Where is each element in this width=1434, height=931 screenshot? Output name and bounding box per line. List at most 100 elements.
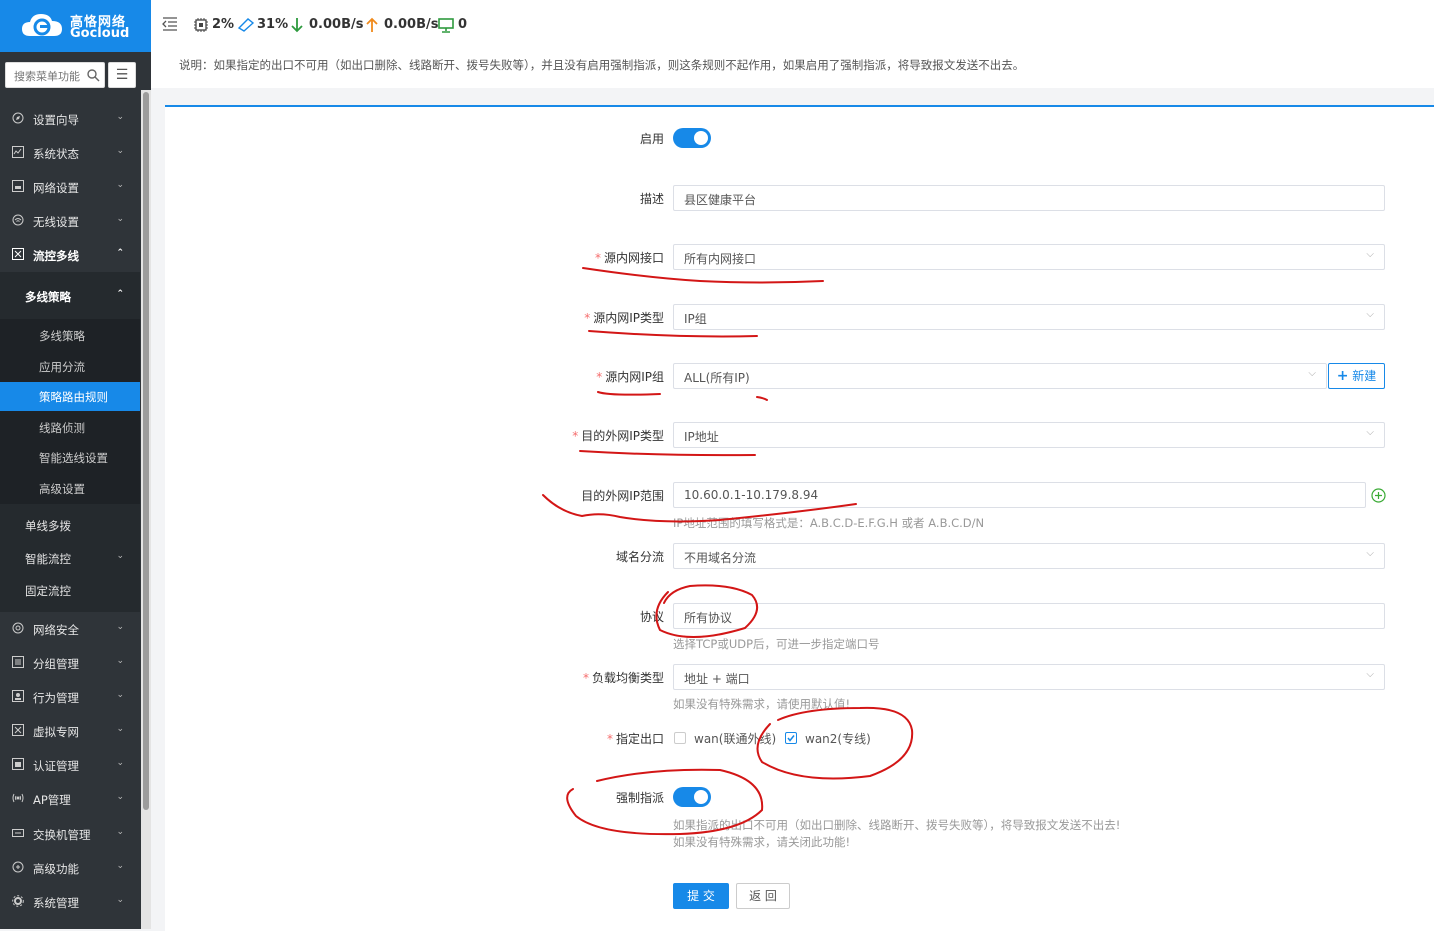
nav-label: 行为管理 [33,691,79,705]
force-assign-toggle[interactable] [673,787,711,807]
download-speed: 0.00B/s [309,17,364,32]
domain-split-label: 域名分流 [615,550,664,564]
nav-setup-wizard[interactable]: 设置向导 ⌄ [0,112,140,127]
source-interface-select[interactable]: 所有内网接口 ⌵ [673,244,1385,270]
nav-app-routing[interactable]: 应用分流 [0,359,140,374]
nav-behavior-management[interactable]: 行为管理 ⌄ [0,690,140,705]
menu-list-button[interactable]: ☰ [108,62,136,88]
new-ip-group-button[interactable]: + 新建 [1328,363,1385,389]
chevron-down-icon: ⌵ [1366,669,1374,680]
nav-advanced-settings[interactable]: 高级设置 [0,481,140,496]
submit-button[interactable]: 提 交 [673,883,729,909]
nav-system-management[interactable]: 系统管理 ⌄ [0,895,140,910]
nav-smart-line-settings[interactable]: 智能选线设置 [0,450,140,465]
description-value: 县区健康平台 [684,193,757,207]
nav-network-settings[interactable]: 网络设置 ⌄ [0,180,140,195]
chevron-down-icon: ⌄ [116,622,124,632]
nav-label: 认证管理 [33,759,79,773]
nav-label: 分组管理 [33,657,79,671]
dest-ip-range-input[interactable]: 10.60.0.1-10.179.8.94 [673,482,1366,508]
chevron-down-icon: ⌄ [116,792,124,802]
menu-search[interactable] [5,62,105,88]
chevron-up-icon: ⌃ [116,248,124,258]
load-balance-value: 地址 + 端口 [684,672,750,686]
nav-label: 固定流控 [25,584,71,598]
dest-ip-type-select[interactable]: IP地址 ⌵ [673,422,1385,448]
protocol-hint: 选择TCP或UDP后，可进一步指定端口号 [673,637,880,651]
back-button[interactable]: 返 回 [736,883,790,909]
nav-label: 应用分流 [39,360,85,374]
security-icon [12,622,24,634]
nav-single-line-multidial[interactable]: 单线多拨 [0,518,140,533]
description-input[interactable]: 县区健康平台 [673,185,1385,211]
nav-multiline-policy-group[interactable]: 多线策略 ⌃ [0,289,140,304]
nav-ap-management[interactable]: AP管理 ⌄ [0,792,140,807]
exit-wan-checkbox[interactable] [674,732,686,744]
search-icon[interactable] [86,68,100,82]
nav-switch-management[interactable]: 交换机管理 ⌄ [0,827,140,842]
nav-label: 高级功能 [33,862,79,876]
add-circle-icon[interactable] [1371,488,1386,503]
chevron-down-icon: ⌄ [116,146,124,156]
enable-label: 启用 [639,132,664,146]
vpn-icon [12,724,24,736]
nav-flow-multiline[interactable]: 流控多线 ⌃ [0,248,140,263]
collapse-menu-icon[interactable] [162,17,178,31]
exit-wan2-checkbox[interactable] [785,732,797,744]
flow-icon [12,248,24,260]
domain-split-select[interactable]: 不用域名分流 ⌵ [673,543,1385,569]
nav-label: 虚拟专网 [33,725,79,739]
nav-label: 网络设置 [33,181,79,195]
nav-wireless-settings[interactable]: 无线设置 ⌄ [0,214,140,229]
menu-search-input[interactable] [12,64,90,88]
dest-ip-type-label: * 目的外网IP类型 [572,429,664,443]
load-balance-label: * 负载均衡类型 [582,671,664,685]
source-ip-type-select[interactable]: IP组 ⌵ [673,304,1385,330]
nav-line-detection[interactable]: 线路侦测 [0,420,140,435]
sidebar-scroll-thumb[interactable] [143,92,149,810]
nav-label: 交换机管理 [33,828,91,842]
nav-smart-flow-control[interactable]: 智能流控 ⌄ [0,551,140,566]
nav-label: 多线策略 [25,290,71,304]
chevron-up-icon: ⌃ [116,289,124,299]
nav-auth-management[interactable]: 认证管理 ⌄ [0,758,140,773]
force-assign-label: 强制指派 [615,791,664,805]
source-ip-type-label: * 源内网IP类型 [584,311,664,325]
brand-logo: 高恪网络 Gocloud [0,0,151,52]
compass-icon [12,112,24,124]
nav-label: 策略路由规则 [39,390,108,404]
source-ip-group-select[interactable]: ALL(所有IP) ⌵ [673,363,1327,389]
chevron-down-icon: ⌵ [1366,427,1374,438]
nav-fixed-flow-control[interactable]: 固定流控 [0,583,140,598]
nav-policy-route-rules[interactable]: 策略路由规则 [0,389,140,404]
load-balance-select[interactable]: 地址 + 端口 ⌵ [673,664,1385,690]
chevron-down-icon: ⌵ [1366,249,1374,260]
description-label: 描述 [639,192,664,206]
group-icon [12,656,24,668]
nav-label: 流控多线 [33,249,79,263]
nav-label: 无线设置 [33,215,79,229]
cpu-usage: 2% [212,17,235,32]
chevron-down-icon: ⌄ [116,895,124,905]
cpu-icon [194,18,208,32]
nav-group-management[interactable]: 分组管理 ⌄ [0,656,140,671]
chevron-down-icon: ⌄ [116,551,124,561]
nav-label: AP管理 [33,793,71,807]
domain-split-value: 不用域名分流 [684,551,757,565]
protocol-select[interactable]: 所有协议 [673,603,1385,629]
force-assign-hint-1: 如果指派的出口不可用（如出口删除、线路断开、拨号失败等），将导致报文发送不出去! [673,818,1121,832]
nav-vpn[interactable]: 虚拟专网 ⌄ [0,724,140,739]
nav-label: 系统管理 [33,896,79,910]
chevron-down-icon: ⌵ [1308,368,1316,379]
nav-advanced-functions[interactable]: 高级功能 ⌄ [0,861,140,876]
nav-multiline-policy[interactable]: 多线策略 [0,328,140,343]
chevron-down-icon: ⌄ [116,656,124,666]
download-arrow-icon [291,18,303,33]
enable-toggle[interactable] [673,128,711,148]
nav-system-status[interactable]: 系统状态 ⌄ [0,146,140,161]
nav-network-security[interactable]: 网络安全 ⌄ [0,622,140,637]
dest-ip-type-value: IP地址 [684,430,719,444]
nav-label: 网络安全 [33,623,79,637]
memory-usage: 31% [257,17,289,32]
nav-label: 设置向导 [33,113,79,127]
